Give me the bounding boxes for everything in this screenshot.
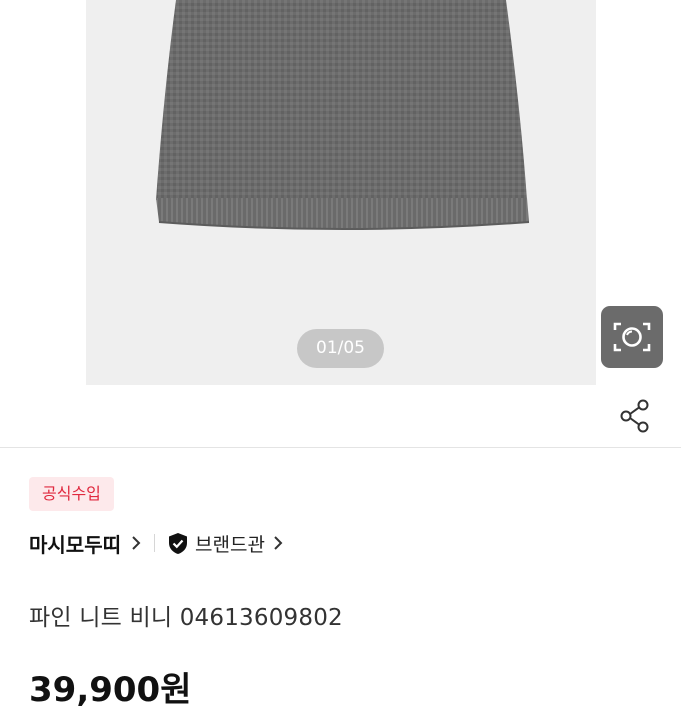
official-import-badge: 공식수입 [29, 477, 114, 511]
brand-separator [154, 534, 155, 552]
share-icon [620, 399, 649, 433]
product-image [156, 0, 530, 230]
share-button[interactable] [618, 399, 652, 433]
section-divider [0, 447, 681, 448]
camera-lens-icon [613, 322, 651, 352]
brand-hall-link[interactable]: 브랜드관 [168, 530, 283, 557]
brand-row: 마시모두띠 브랜드관 [29, 526, 283, 560]
brand-hall-label: 브랜드관 [195, 533, 265, 556]
shield-check-icon [169, 532, 187, 554]
product-title: 파인 니트 비니 04613609802 [29, 605, 343, 631]
chevron-right-icon[interactable] [131, 535, 141, 551]
product-price: 39,900원 [29, 670, 192, 710]
chevron-right-icon [273, 535, 283, 551]
image-page-counter: 01/05 [297, 329, 384, 368]
image-search-button[interactable] [601, 306, 663, 368]
product-image-gallery[interactable]: 01/05 [86, 0, 596, 385]
brand-name-link[interactable]: 마시모두띠 [29, 529, 121, 558]
